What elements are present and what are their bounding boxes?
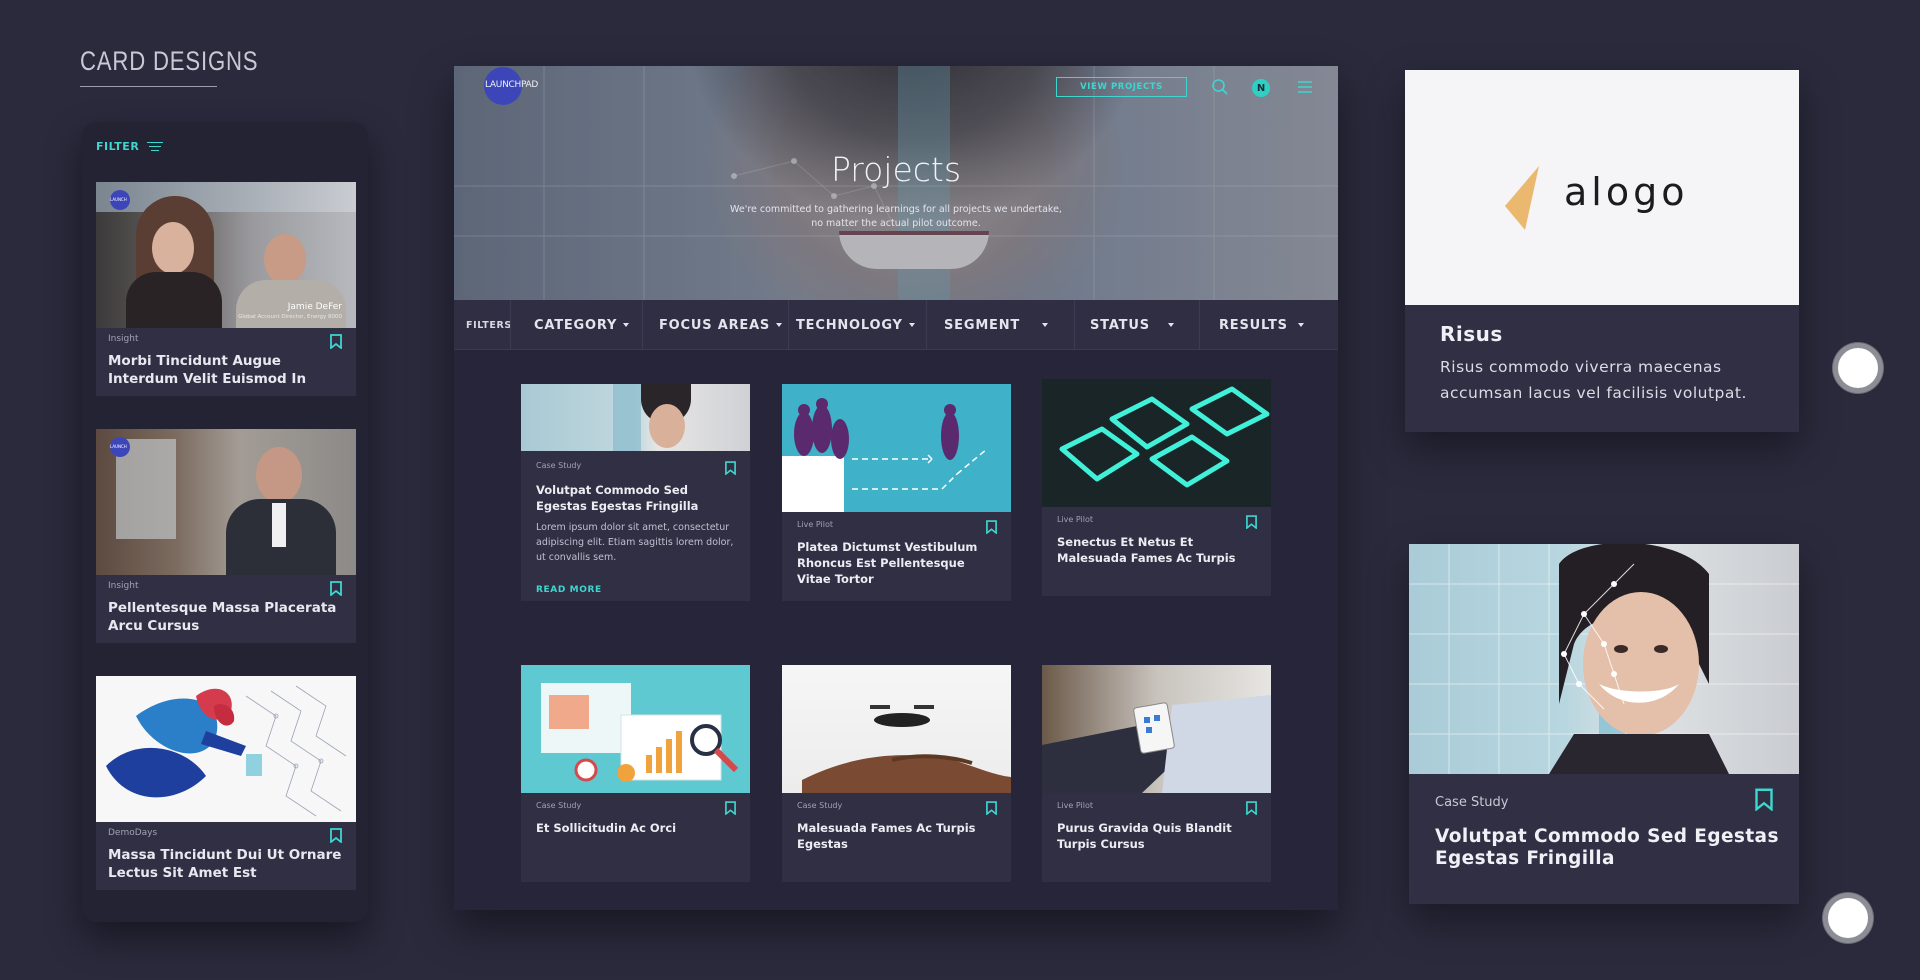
caret-down-icon: [908, 323, 915, 327]
card-image: [521, 665, 750, 793]
filter-segment[interactable]: SEGMENT: [944, 300, 1049, 350]
search-icon[interactable]: [1211, 78, 1229, 96]
bookmark-icon[interactable]: [1246, 801, 1257, 815]
card-image: [1042, 379, 1271, 507]
caret-down-icon: [776, 323, 783, 327]
caption-role: Global Account Director, Energy 8000: [238, 314, 342, 320]
filters-label: FILTERS: [466, 319, 512, 331]
card-title: Pellentesque Massa Placerata Arcu Cursus: [108, 600, 337, 634]
card-description: Risus commodo viverra maecenas accumsan …: [1440, 358, 1747, 402]
view-projects-button[interactable]: VIEW PROJECTS: [1056, 77, 1187, 97]
bookmark-icon[interactable]: [986, 520, 997, 534]
mobile-card[interactable]: LAUNCH Insight Pellentesque Massa Placer…: [96, 429, 356, 643]
filter-category[interactable]: CATEGORY: [534, 300, 630, 350]
illustration-woman-flying: [106, 685, 347, 817]
card-title: Purus Gravida Quis Blandit Turpis Cursus: [1057, 821, 1232, 851]
avatar[interactable]: N: [1252, 79, 1270, 97]
filter-icon: [147, 141, 164, 152]
caret-down-icon: [1167, 323, 1174, 327]
mobile-card[interactable]: DemoDays Massa Tincidunt Dui Ut Ornare L…: [96, 676, 356, 890]
card-title: Malesuada Fames Ac Turpis Egestas: [797, 821, 976, 851]
bookmark-icon[interactable]: [986, 801, 997, 815]
project-card[interactable]: Live Pilot Purus Gravida Quis Blandit Tu…: [1042, 665, 1271, 882]
card-badge: LAUNCH: [110, 444, 127, 449]
alogo-wordmark: alogo: [1564, 170, 1689, 214]
card-image: [1409, 544, 1799, 774]
card-image: [521, 384, 750, 451]
filter-button[interactable]: FILTER: [96, 140, 164, 153]
card-tag: Case Study: [797, 801, 843, 810]
mobile-card[interactable]: LAUNCH Jamie DeFer Global Account Direct…: [96, 182, 356, 396]
project-card[interactable]: Case Study Malesuada Fames Ac Turpis Ege…: [782, 665, 1011, 882]
hero-subtitle: We're committed to gathering learnings f…: [730, 204, 1062, 229]
project-card[interactable]: Case Study Et Sollicitudin Ac Orci: [521, 665, 750, 882]
card-image: [96, 676, 356, 822]
card-badge: LAUNCH: [110, 197, 127, 202]
card-tag: Case Study: [536, 461, 582, 470]
filter-results[interactable]: RESULTS: [1219, 300, 1304, 350]
bookmark-icon[interactable]: [725, 461, 736, 475]
card-image: [782, 384, 1011, 512]
card-tag: Insight: [108, 334, 139, 344]
filter-focus-areas[interactable]: FOCUS AREAS: [659, 300, 783, 350]
filter-technology[interactable]: TECHNOLOGY: [796, 300, 915, 350]
filter-status[interactable]: STATUS: [1090, 300, 1174, 350]
read-more-link[interactable]: READ MORE: [536, 585, 735, 595]
card-image: LAUNCH Jamie DeFer Global Account Direct…: [96, 182, 356, 328]
project-card[interactable]: Case Study Volutpat Commodo Sed Egestas …: [521, 384, 750, 601]
bookmark-icon[interactable]: [330, 828, 342, 843]
card-image: [782, 665, 1011, 793]
card-tag: Live Pilot: [1057, 515, 1094, 524]
menu-icon[interactable]: [1296, 78, 1314, 96]
card-image: [1042, 665, 1271, 793]
scroll-indicator-button[interactable]: [1823, 893, 1873, 943]
filter-bar: FILTERS CATEGORY FOCUS AREAS TECHNOLOGY …: [454, 300, 1338, 350]
alogo-mark-icon: [1505, 166, 1539, 230]
card-title: Et Sollicitudin Ac Orci: [536, 821, 677, 835]
card-description: Lorem ipsum dolor sit amet, consectetur …: [536, 522, 734, 563]
project-card[interactable]: Live Pilot Senectus Et Netus Et Malesuad…: [1042, 379, 1271, 596]
card-tag: Case Study: [1435, 795, 1509, 810]
project-card[interactable]: Live Pilot Platea Dictumst Vestibulum Rh…: [782, 384, 1011, 601]
card-tag: Insight: [108, 581, 139, 591]
caret-down-icon: [623, 323, 630, 327]
card-tag: Case Study: [536, 801, 582, 810]
card-tag: Live Pilot: [797, 520, 834, 529]
feature-card[interactable]: Case Study Volutpat Commodo Sed Egestas …: [1409, 544, 1799, 904]
card-title: Volutpat Commodo Sed Egestas Egestas Fri…: [1435, 826, 1779, 869]
caption-name: Jamie DeFer: [287, 302, 342, 312]
card-title: Risus: [1440, 322, 1503, 346]
scroll-indicator-button[interactable]: [1833, 343, 1883, 393]
logo-text: LAUNCHPAD: [485, 80, 538, 90]
card-image: LAUNCH: [96, 429, 356, 575]
bookmark-icon[interactable]: [330, 334, 342, 349]
card-title: Volutpat Commodo Sed Egestas Egestas Fri…: [536, 483, 699, 513]
bookmark-icon[interactable]: [725, 801, 736, 815]
bookmark-icon[interactable]: [330, 581, 342, 596]
title-underline: [80, 86, 217, 87]
card-title: Senectus Et Netus Et Malesuada Fames Ac …: [1057, 535, 1236, 565]
bookmark-icon[interactable]: [1755, 788, 1773, 811]
card-title: Morbi Tincidunt Augue Interdum Velit Eui…: [108, 353, 307, 387]
card-tag: Live Pilot: [1057, 801, 1094, 810]
card-title: Platea Dictumst Vestibulum Rhoncus Est P…: [797, 540, 978, 586]
page-title: CARD DESIGNS: [80, 46, 259, 76]
card-title: Massa Tincidunt Dui Ut Ornare Lectus Sit…: [108, 847, 342, 881]
caret-down-icon: [1042, 323, 1049, 327]
hero-title: Projects: [830, 150, 962, 189]
caret-down-icon: [1297, 323, 1304, 327]
card-tag: DemoDays: [108, 828, 158, 838]
bookmark-icon[interactable]: [1246, 515, 1257, 529]
filter-label: FILTER: [96, 140, 140, 153]
